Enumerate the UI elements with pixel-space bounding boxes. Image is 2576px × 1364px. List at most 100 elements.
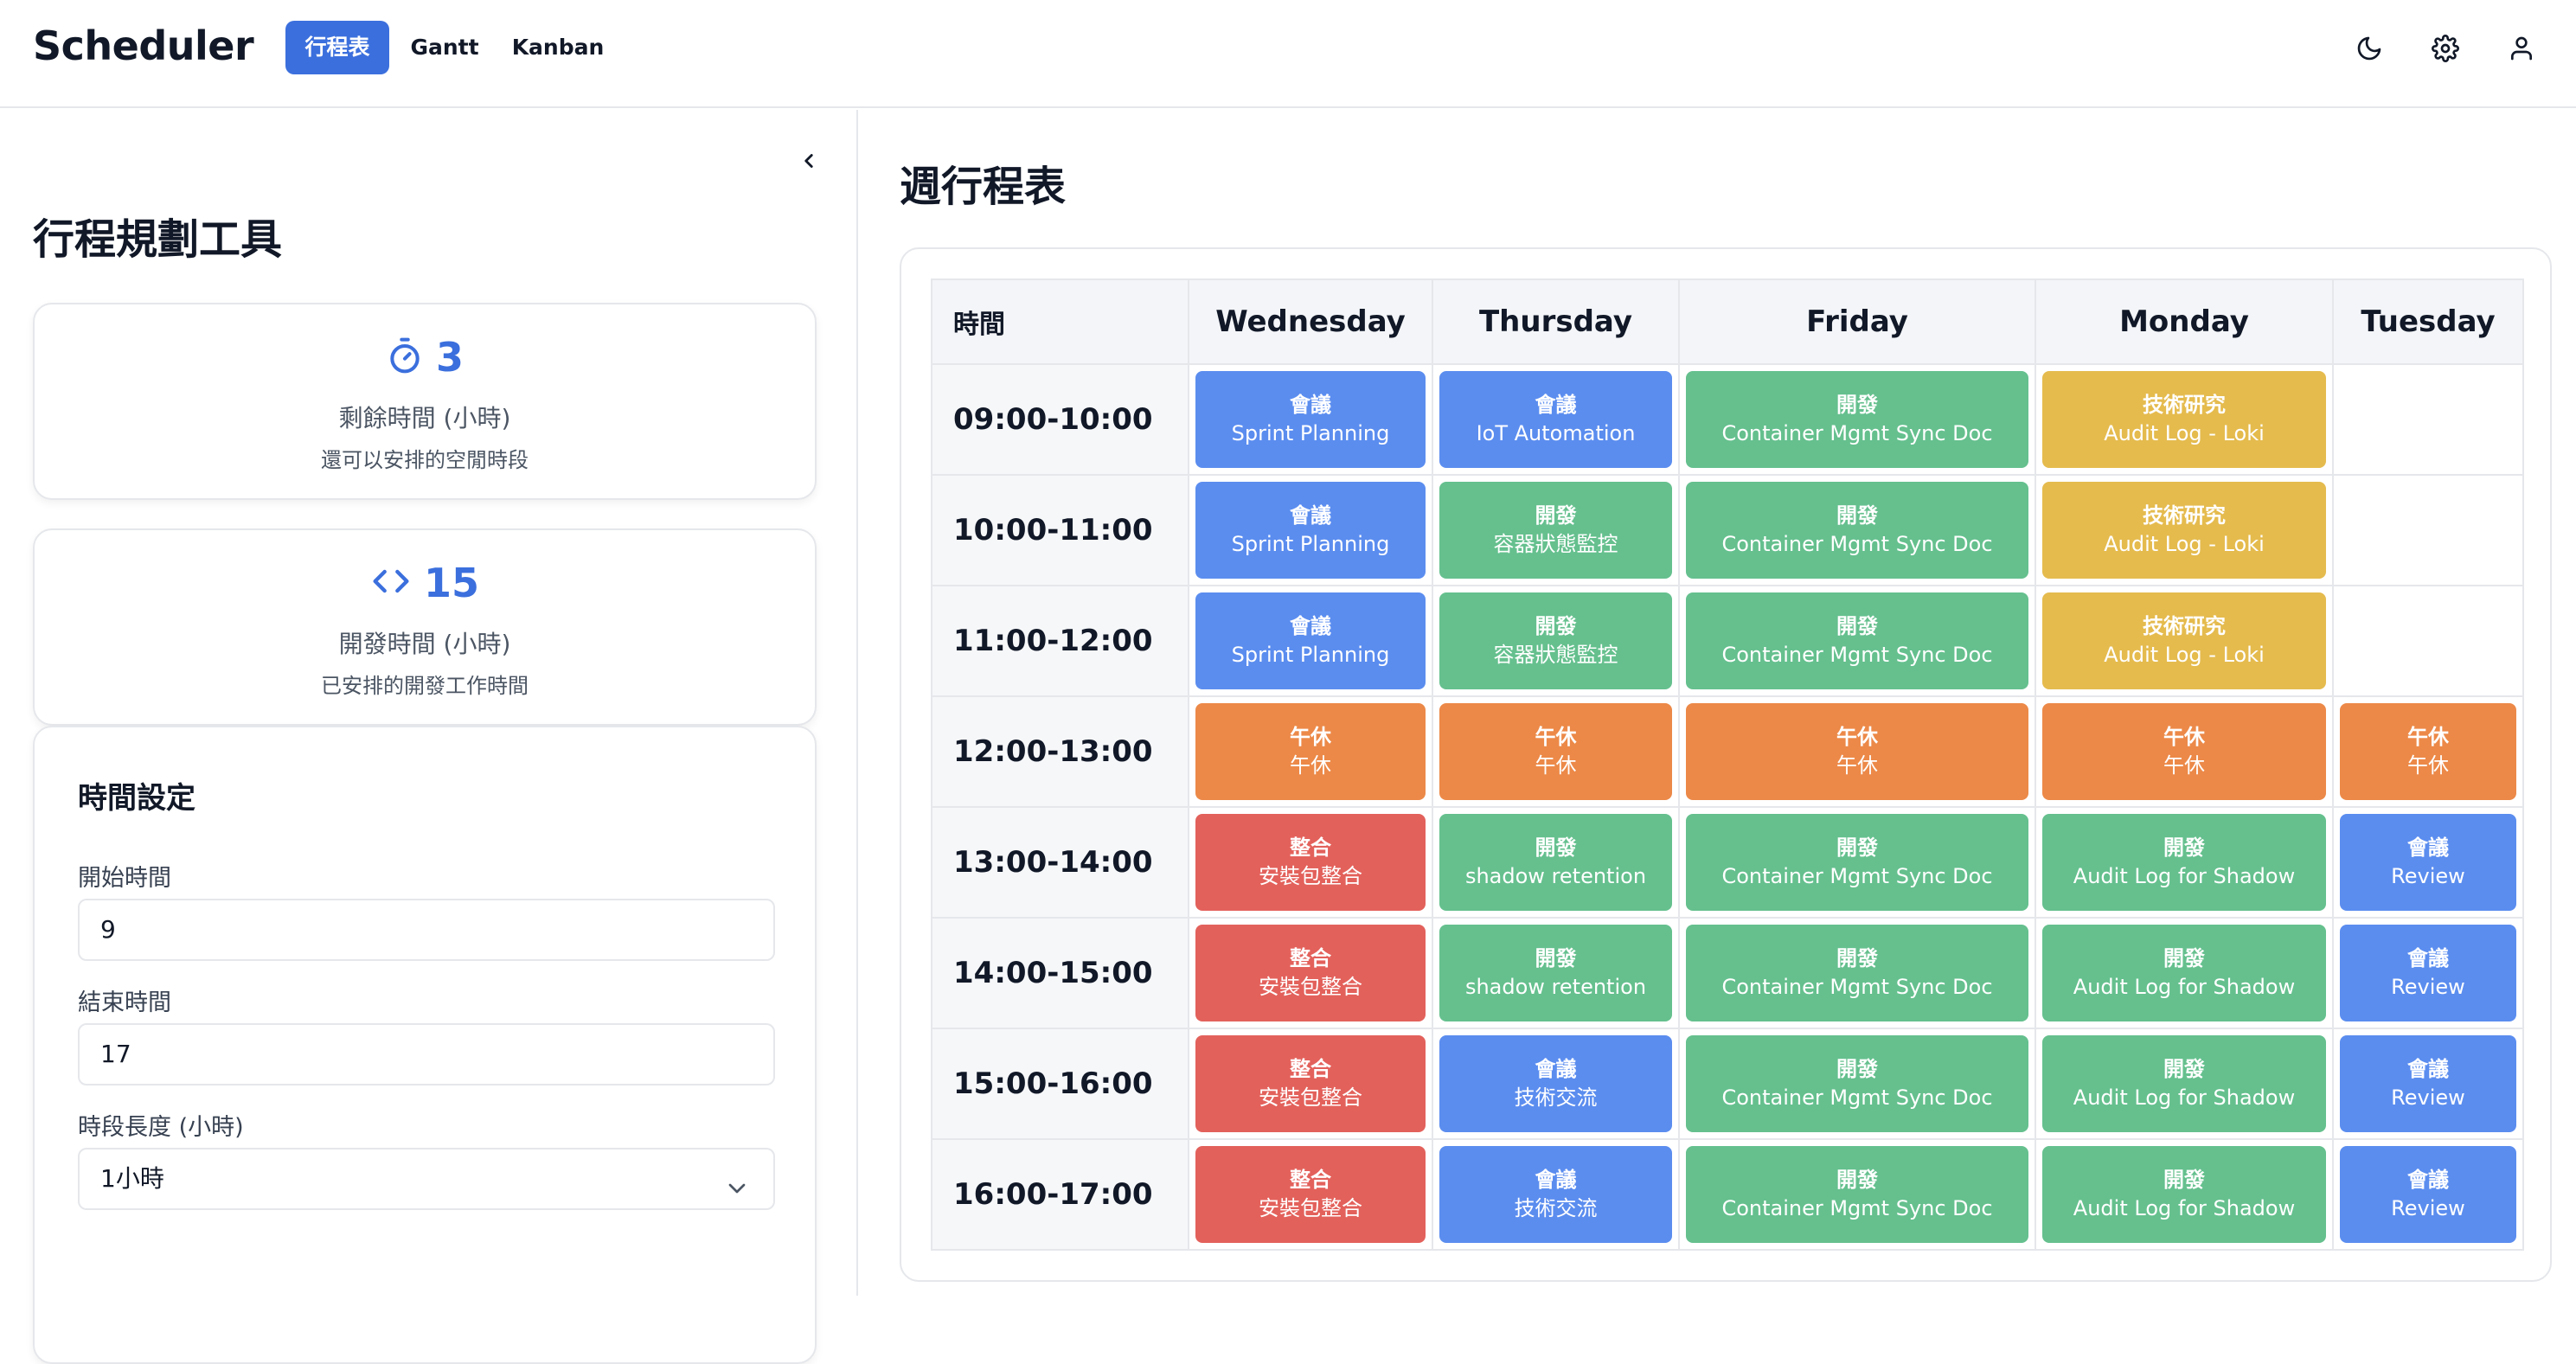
schedule-cell: 午休 午休 (2035, 695, 2334, 808)
schedule-cell: 會議 Sprint Planning (1188, 585, 1433, 697)
event-name: 安裝包整合 (1259, 975, 1362, 999)
event-block[interactable]: 會議 Review (2340, 1146, 2516, 1243)
event-block[interactable]: 午休 午休 (1195, 703, 1426, 800)
table-row: 14:00-15:00 整合 安裝包整合 開發 shadow retention 開發 Co… (931, 917, 2524, 1029)
event-block[interactable]: 開發 Container Mgmt Sync Doc (1686, 592, 2028, 689)
event-block[interactable]: 開發 Container Mgmt Sync Doc (1686, 371, 2028, 468)
schedule-cell: 開發 Container Mgmt Sync Doc (1678, 474, 2036, 586)
schedule-cell: 整合 安裝包整合 (1188, 806, 1433, 919)
schedule-cell[interactable] (2332, 363, 2524, 476)
start-time-input[interactable]: 9 (78, 899, 775, 961)
event-block[interactable]: 開發 Audit Log for Shadow (2042, 1146, 2326, 1243)
event-block[interactable]: 午休 午休 (2340, 703, 2516, 800)
schedule-cell: 技術研究 Audit Log - Loki (2035, 585, 2334, 697)
event-block[interactable]: 會議 Sprint Planning (1195, 592, 1426, 689)
event-category: 會議 (1290, 393, 1331, 417)
event-block[interactable]: 技術研究 Audit Log - Loki (2042, 482, 2326, 579)
event-block[interactable]: 開發 Container Mgmt Sync Doc (1686, 814, 2028, 911)
schedule-cell: 午休 午休 (2332, 695, 2524, 808)
schedule-cell: 開發 Audit Log for Shadow (2035, 806, 2334, 919)
event-block[interactable]: 開發 Container Mgmt Sync Doc (1686, 1035, 2028, 1132)
schedule-cell[interactable] (2332, 585, 2524, 697)
schedule-cell: 會議 Sprint Planning (1188, 474, 1433, 586)
dev-hours-value: 15 (423, 560, 479, 606)
schedule-cell: 開發 Container Mgmt Sync Doc (1678, 1028, 2036, 1140)
event-block[interactable]: 技術研究 Audit Log - Loki (2042, 592, 2326, 689)
event-category: 午休 (2163, 725, 2205, 749)
event-block[interactable]: 午休 午休 (1439, 703, 1672, 800)
tab-schedule[interactable]: 行程表 (285, 21, 389, 74)
event-block[interactable]: 開發 Audit Log for Shadow (2042, 925, 2326, 1021)
event-block[interactable]: 整合 安裝包整合 (1195, 1146, 1426, 1243)
schedule-cell: 開發 Container Mgmt Sync Doc (1678, 363, 2036, 476)
event-category: 午休 (1836, 725, 1878, 749)
event-category: 會議 (2407, 836, 2449, 860)
schedule-cell: 會議 Review (2332, 1028, 2524, 1140)
event-category: 午休 (2407, 725, 2449, 749)
event-block[interactable]: 午休 午休 (1686, 703, 2028, 800)
event-category: 開發 (1836, 836, 1878, 860)
event-category: 會議 (1535, 1057, 1577, 1081)
sidebar-title: 行程規劃工具 (33, 215, 283, 264)
end-time-input[interactable]: 17 (78, 1023, 775, 1085)
schedule-cell: 開發 容器狀態監控 (1432, 474, 1680, 586)
event-block[interactable]: 開發 容器狀態監控 (1439, 482, 1672, 579)
schedule-cell[interactable] (2332, 474, 2524, 586)
event-block[interactable]: 整合 安裝包整合 (1195, 814, 1426, 911)
event-block[interactable]: 會議 Review (2340, 1035, 2516, 1132)
event-block[interactable]: 開發 Container Mgmt Sync Doc (1686, 1146, 2028, 1243)
event-category: 開發 (1535, 503, 1577, 528)
event-name: Review (2391, 1085, 2465, 1110)
event-category: 會議 (1535, 393, 1577, 417)
event-block[interactable]: 開發 shadow retention (1439, 814, 1672, 911)
table-row: 13:00-14:00 整合 安裝包整合 開發 shadow retention 開發 Co… (931, 806, 2524, 919)
event-block[interactable]: 開發 Container Mgmt Sync Doc (1686, 482, 2028, 579)
event-name: Audit Log for Shadow (2073, 1085, 2296, 1110)
moon-icon[interactable] (2349, 29, 2389, 68)
event-category: 開發 (1836, 1168, 1878, 1192)
schedule-cell: 開發 Container Mgmt Sync Doc (1678, 585, 2036, 697)
time-slot-label: 12:00-13:00 (931, 695, 1189, 808)
tab-gantt[interactable]: Gantt (400, 21, 490, 74)
event-block[interactable]: 會議 Review (2340, 814, 2516, 911)
time-slot-label: 16:00-17:00 (931, 1138, 1189, 1251)
slot-length-value: 1小時 (100, 1164, 164, 1193)
event-name: 容器狀態監控 (1493, 643, 1618, 667)
event-block[interactable]: 整合 安裝包整合 (1195, 1035, 1426, 1132)
event-block[interactable]: 開發 Audit Log for Shadow (2042, 1035, 2326, 1132)
event-block[interactable]: 會議 技術交流 (1439, 1035, 1672, 1132)
event-name: Review (2391, 1196, 2465, 1220)
tab-kanban[interactable]: Kanban (507, 21, 609, 74)
event-block[interactable]: 整合 安裝包整合 (1195, 925, 1426, 1021)
user-icon[interactable] (2502, 29, 2541, 68)
day-header: Wednesday (1188, 279, 1433, 365)
slot-length-select[interactable]: 1小時 (78, 1148, 775, 1210)
schedule-table: 時間 Wednesday Thursday Friday Monday Tues… (931, 279, 2524, 1251)
event-block[interactable]: 開發 Container Mgmt Sync Doc (1686, 925, 2028, 1021)
event-name: Sprint Planning (1231, 643, 1390, 667)
gear-icon[interactable] (2425, 29, 2465, 68)
event-block[interactable]: 會議 IoT Automation (1439, 371, 1672, 468)
event-category: 開發 (1836, 614, 1878, 638)
event-block[interactable]: 開發 容器狀態監控 (1439, 592, 1672, 689)
event-block[interactable]: 會議 技術交流 (1439, 1146, 1672, 1243)
event-block[interactable]: 會議 Review (2340, 925, 2516, 1021)
schedule-cell: 整合 安裝包整合 (1188, 1028, 1433, 1140)
collapse-sidebar-button[interactable] (789, 141, 829, 181)
event-block[interactable]: 開發 Audit Log for Shadow (2042, 814, 2326, 911)
app-title: Scheduler (33, 22, 254, 69)
start-time-label: 開始時間 (78, 865, 171, 892)
event-name: Container Mgmt Sync Doc (1721, 643, 1993, 667)
schedule-cell: 午休 午休 (1678, 695, 2036, 808)
event-block[interactable]: 開發 shadow retention (1439, 925, 1672, 1021)
event-category: 整合 (1290, 946, 1331, 970)
event-category: 整合 (1290, 836, 1331, 860)
table-row: 09:00-10:00 會議 Sprint Planning 會議 IoT Automa… (931, 363, 2524, 476)
event-block[interactable]: 技術研究 Audit Log - Loki (2042, 371, 2326, 468)
event-block[interactable]: 會議 Sprint Planning (1195, 482, 1426, 579)
event-block[interactable]: 會議 Sprint Planning (1195, 371, 1426, 468)
event-name: 午休 (1836, 753, 1878, 778)
event-block[interactable]: 午休 午休 (2042, 703, 2326, 800)
event-category: 開發 (1836, 946, 1878, 970)
table-row: 15:00-16:00 整合 安裝包整合 會議 技術交流 開發 Container Mgmt… (931, 1028, 2524, 1140)
